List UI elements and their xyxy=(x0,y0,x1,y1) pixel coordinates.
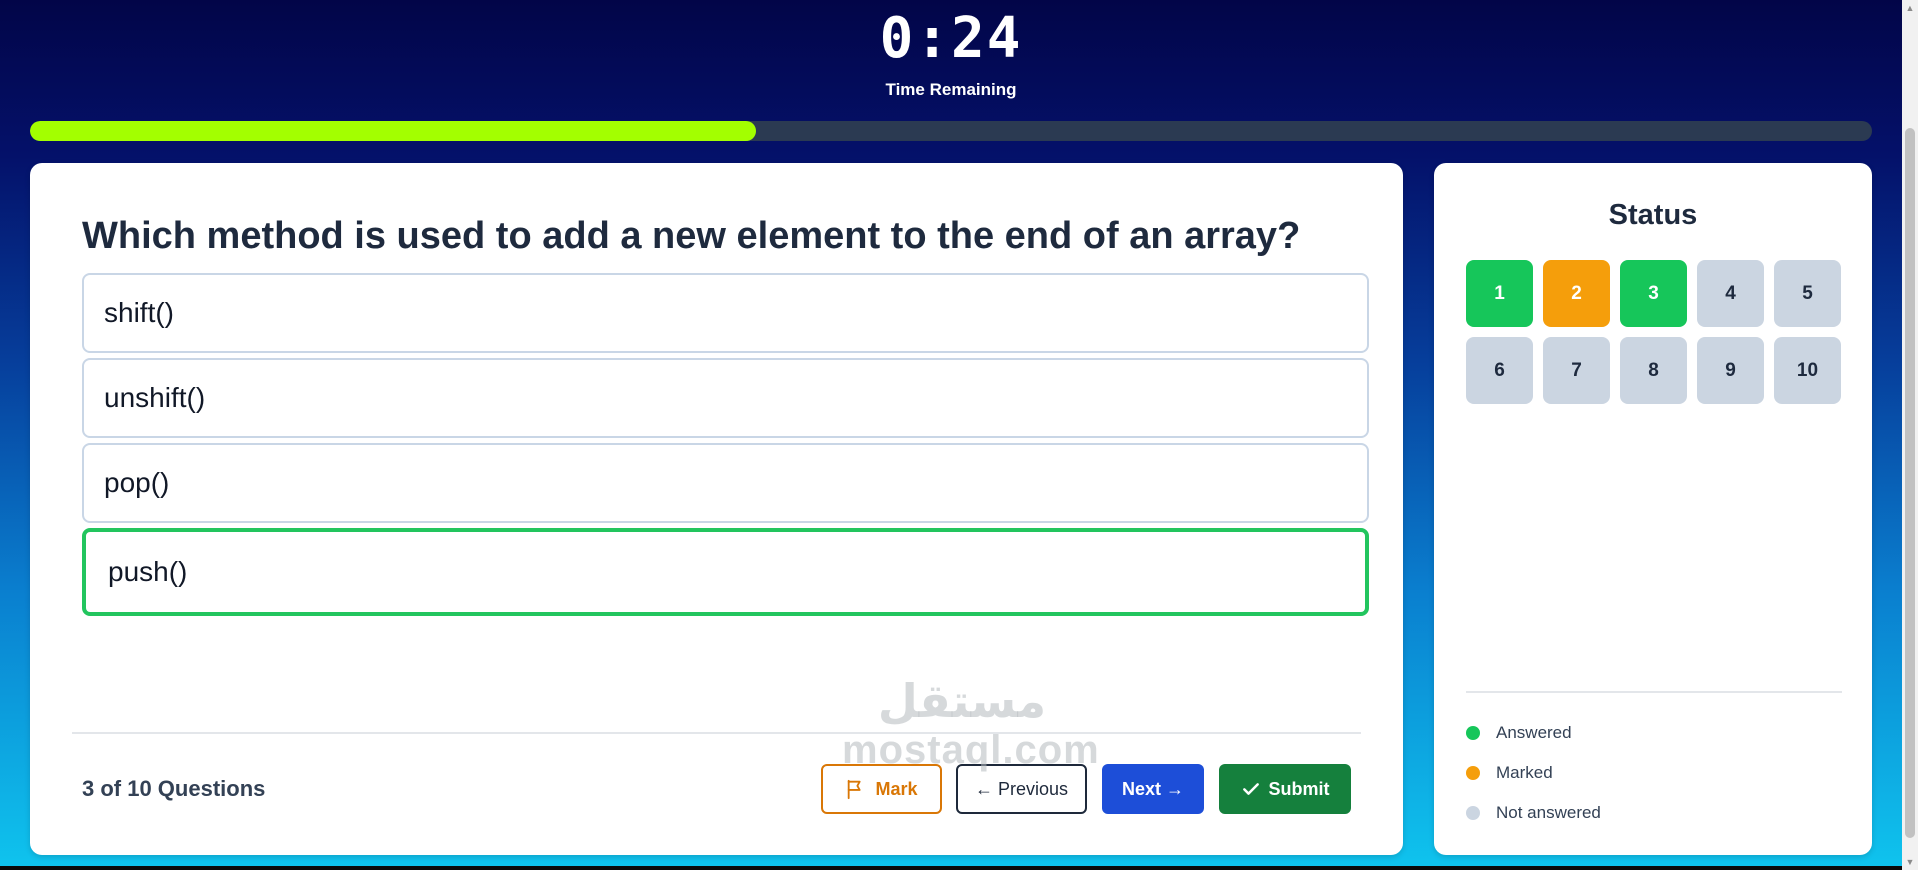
next-button[interactable]: Next → xyxy=(1102,764,1204,814)
question-navigator: 1 2 3 4 5 6 7 8 9 10 xyxy=(1466,260,1842,404)
check-icon xyxy=(1242,783,1259,795)
legend-answered: Answered xyxy=(1466,723,1572,743)
progress-bar-fill xyxy=(30,121,756,141)
question-nav-button[interactable]: 4 xyxy=(1697,260,1764,327)
question-nav-button[interactable]: 7 xyxy=(1543,337,1610,404)
question-nav-button[interactable]: 5 xyxy=(1774,260,1841,327)
footer-divider xyxy=(72,732,1361,734)
answer-option[interactable]: shift() xyxy=(82,273,1369,353)
question-nav-button[interactable]: 3 xyxy=(1620,260,1687,327)
not-answered-dot-icon xyxy=(1466,806,1480,820)
answered-dot-icon xyxy=(1466,726,1480,740)
legend-divider xyxy=(1466,691,1842,693)
timer-value: 0:24 xyxy=(879,6,1023,71)
answer-option[interactable]: unshift() xyxy=(82,358,1369,438)
page-scrollbar[interactable]: ▲ ▼ xyxy=(1902,0,1918,870)
legend-marked: Marked xyxy=(1466,763,1553,783)
legend-label: Not answered xyxy=(1496,803,1601,822)
progress-bar xyxy=(30,121,1872,141)
timer-label: Time Remaining xyxy=(885,80,1017,99)
legend-not-answered: Not answered xyxy=(1466,803,1601,823)
question-card: Which method is used to add a new elemen… xyxy=(30,163,1403,855)
question-nav-button[interactable]: 2 xyxy=(1543,260,1610,327)
status-title: Status xyxy=(1608,199,1698,231)
question-nav-button[interactable]: 8 xyxy=(1620,337,1687,404)
answer-option-label: unshift() xyxy=(104,382,206,413)
scroll-down-icon[interactable]: ▼ xyxy=(1902,854,1918,870)
marked-dot-icon xyxy=(1466,766,1480,780)
question-nav-button[interactable]: 10 xyxy=(1774,337,1841,404)
submit-button[interactable]: Submit xyxy=(1219,764,1351,814)
answer-option-label: pop() xyxy=(104,467,170,498)
bottom-edge xyxy=(0,866,1902,870)
status-panel: Status 1 2 3 4 5 6 7 8 9 10 Answered Mar… xyxy=(1434,163,1872,855)
legend-label: Answered xyxy=(1496,723,1572,742)
question-text: Which method is used to add a new elemen… xyxy=(82,215,1301,257)
question-nav-button[interactable]: 6 xyxy=(1466,337,1533,404)
answer-option-label: push() xyxy=(108,556,188,587)
watermark-arabic: مستقل xyxy=(877,675,1047,727)
submit-button-label: Submit xyxy=(1268,778,1330,799)
watermark: مستقل mostaql.com xyxy=(842,675,1100,773)
scrollbar-thumb[interactable] xyxy=(1905,128,1915,838)
question-nav-button[interactable]: 9 xyxy=(1697,337,1764,404)
legend-label: Marked xyxy=(1496,763,1553,782)
answer-option-label: shift() xyxy=(104,297,174,328)
question-nav-button[interactable]: 1 xyxy=(1466,260,1533,327)
flag-icon xyxy=(848,779,862,800)
answer-option[interactable]: push() xyxy=(82,528,1369,616)
watermark-latin: mostaql.com xyxy=(842,728,1100,772)
scroll-up-icon[interactable]: ▲ xyxy=(1902,0,1918,16)
answer-option[interactable]: pop() xyxy=(82,443,1369,523)
mark-button-label: Mark xyxy=(875,778,918,799)
question-counter: 3 of 10 Questions xyxy=(82,776,266,801)
next-button-label: Next → xyxy=(1121,778,1184,799)
previous-button-label: ← Previous xyxy=(974,778,1069,799)
